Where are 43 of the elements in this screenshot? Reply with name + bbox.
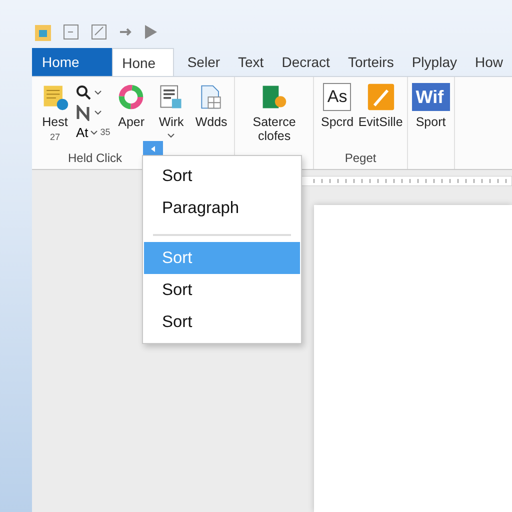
ribbon-command[interactable]: Spcrd xyxy=(320,115,354,129)
ribbon-command[interactable]: Wirk xyxy=(158,115,184,129)
ribbon-tab[interactable]: Seler xyxy=(178,48,230,76)
play-icon[interactable] xyxy=(144,24,158,40)
ribbon-command[interactable]: Sport xyxy=(416,115,446,129)
group-label: Peget xyxy=(344,151,376,165)
color-wheel-icon xyxy=(117,83,146,111)
ribbon-tab[interactable]: Plyplay xyxy=(402,48,466,76)
menu-item[interactable]: Paragraph xyxy=(144,192,300,224)
ribbon-tab[interactable]: Text xyxy=(229,48,273,76)
menu-item[interactable]: Sort xyxy=(144,306,300,338)
ribbon-tab[interactable]: Decract xyxy=(272,48,339,76)
ribbon-command[interactable]: At xyxy=(76,125,88,140)
notes-icon xyxy=(41,83,69,111)
text-style-icon: As xyxy=(323,83,352,111)
caret-icon xyxy=(150,146,156,152)
brush-icon xyxy=(366,83,395,111)
caret-icon xyxy=(90,130,98,135)
spreadsheet-icon xyxy=(260,83,288,111)
count-label: 27 xyxy=(50,133,60,142)
ribbon-tab[interactable]: Torteirs xyxy=(338,48,403,76)
format-icon xyxy=(76,104,92,120)
count-label: 35 xyxy=(100,128,110,137)
search-icon xyxy=(76,84,92,100)
ribbon-command[interactable]: EvitSille xyxy=(358,115,403,129)
dialog-launcher[interactable] xyxy=(143,141,163,156)
menu-item[interactable]: Sort xyxy=(144,274,300,306)
caret-icon xyxy=(167,133,176,138)
ribbon-tab[interactable]: Home xyxy=(32,48,112,76)
folder-icon[interactable] xyxy=(34,22,52,42)
arrow-icon[interactable] xyxy=(118,26,134,38)
caret-icon xyxy=(94,90,102,95)
ribbon-tab[interactable]: Hone xyxy=(112,48,174,76)
ribbon-tab[interactable]: How xyxy=(466,48,512,76)
edit-icon[interactable] xyxy=(90,23,108,41)
word-style-icon: Wif xyxy=(412,83,450,111)
menu-item[interactable]: Sort xyxy=(144,160,300,192)
ribbon-command[interactable]: Hest xyxy=(42,115,68,129)
ribbon-command[interactable]: Aper xyxy=(118,115,145,129)
ribbon-command[interactable]: Wdds xyxy=(195,115,228,129)
group-label: Held Click xyxy=(68,151,122,165)
ribbon-command[interactable]: Saterce clofes xyxy=(239,115,310,143)
caret-icon xyxy=(94,110,102,115)
